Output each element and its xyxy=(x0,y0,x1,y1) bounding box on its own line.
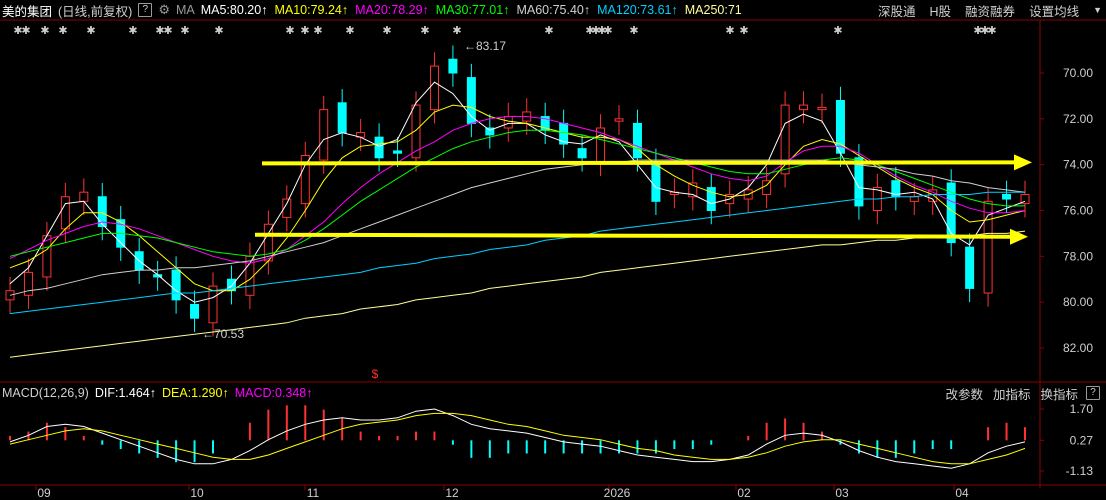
candle[interactable] xyxy=(337,102,347,134)
candle[interactable] xyxy=(319,109,329,161)
candle[interactable] xyxy=(817,106,827,111)
event-mark-icon[interactable]: ✱ xyxy=(128,25,137,37)
candle[interactable] xyxy=(799,104,809,111)
ma-line-ma120 xyxy=(9,191,1025,315)
price-tick-label: 70.00 xyxy=(1063,66,1093,80)
macd-macd-value: MACD:0.348 xyxy=(234,386,307,400)
switch-indicator-button[interactable]: 换指标 xyxy=(1040,384,1078,403)
candle[interactable] xyxy=(448,58,458,74)
macd-tick-label: 1.70 xyxy=(1070,402,1094,416)
candle[interactable] xyxy=(614,118,624,122)
help-icon[interactable]: ? xyxy=(1086,386,1100,400)
time-label: 2026 xyxy=(604,486,631,500)
add-indicator-button[interactable]: 加指标 xyxy=(993,384,1031,403)
macd-dea: DEA:1.290↑ xyxy=(162,386,229,400)
trendline-upper-arrowhead-icon xyxy=(1014,154,1032,171)
event-mark-icon[interactable]: ✱ xyxy=(285,25,294,37)
time-label: 04 xyxy=(955,486,969,500)
price-tick-label: 74.00 xyxy=(1063,158,1093,172)
price-tick-label: 82.00 xyxy=(1063,341,1093,355)
event-mark-icon[interactable]: ✱ xyxy=(40,25,49,37)
candle[interactable] xyxy=(393,150,403,154)
price-tick-label: 80.00 xyxy=(1063,295,1093,309)
event-mark-icon[interactable]: ✱ xyxy=(58,25,67,37)
candle[interactable] xyxy=(190,303,200,319)
candle[interactable] xyxy=(965,246,975,289)
trendline-lower-arrowhead-icon xyxy=(1010,228,1028,245)
time-label: 12 xyxy=(445,486,459,500)
macd-dea-value: DEA:1.290 xyxy=(161,386,223,400)
event-mark-icon[interactable]: ✱ xyxy=(345,25,354,37)
change-params-button[interactable]: 改参数 xyxy=(945,384,983,403)
event-mark-icon[interactable]: ✱ xyxy=(180,25,189,37)
candle[interactable] xyxy=(651,161,661,202)
candle[interactable] xyxy=(429,65,439,111)
low-annotation: ←70.53 xyxy=(202,327,244,341)
price-tick-label: 76.00 xyxy=(1063,204,1093,218)
event-mark-icon[interactable]: ✱ xyxy=(21,25,30,37)
macd-macd: MACD:0.348↑ xyxy=(235,386,313,400)
candle[interactable] xyxy=(60,196,70,230)
event-mark-icon[interactable]: ✱ xyxy=(725,25,734,37)
trendline-upper[interactable] xyxy=(261,160,1019,166)
candle[interactable] xyxy=(909,196,919,202)
arrow-up-icon: ↑ xyxy=(222,386,229,400)
candle[interactable] xyxy=(577,148,587,159)
event-mark-icon[interactable]: ✱ xyxy=(420,25,429,37)
ma-line-ma250 xyxy=(9,230,1026,358)
event-mark-icon[interactable]: ✱ xyxy=(382,25,391,37)
event-mark-icon[interactable]: ✱ xyxy=(86,25,95,37)
macd-tick-label: -1.13 xyxy=(1066,464,1094,478)
candle[interactable] xyxy=(503,116,513,129)
candle[interactable] xyxy=(171,269,181,301)
time-label: 09 xyxy=(37,486,51,500)
event-mark-icon[interactable]: ✱ xyxy=(629,25,638,37)
event-mark-icon[interactable]: ✱ xyxy=(300,25,309,37)
time-label: 03 xyxy=(835,486,849,500)
macd-title[interactable]: MACD(12,26,9) xyxy=(2,386,89,400)
dollar-marker-icon[interactable]: $ xyxy=(372,367,379,381)
candle[interactable] xyxy=(208,285,218,324)
event-mark-icon[interactable]: ✱ xyxy=(544,25,553,37)
macd-dif: DIF:1.464↑ xyxy=(95,386,156,400)
arrow-up-icon: ↑ xyxy=(149,386,156,400)
high-annotation: ←83.17 xyxy=(464,39,506,53)
time-label: 02 xyxy=(737,486,751,500)
candle[interactable] xyxy=(79,191,89,202)
macd-tick-label: 0.27 xyxy=(1070,433,1094,447)
time-label: 10 xyxy=(190,486,204,500)
macd-dif-value: DIF:1.464 xyxy=(94,386,150,400)
kline-chart[interactable]: 82.00 80.00 78.00 76.00 74.00 72.00 70.00 ✱ ✱ ✱ ✱ ✱… xyxy=(0,0,1106,500)
candle[interactable] xyxy=(374,136,384,159)
event-mark-icon[interactable]: ✱ xyxy=(214,25,223,37)
ma-line-ma60 xyxy=(9,159,1026,296)
trendline-lower[interactable] xyxy=(254,232,1015,239)
price-tick-label: 72.00 xyxy=(1063,112,1093,126)
event-mark-icon[interactable]: ✱ xyxy=(313,25,322,37)
event-mark-icon[interactable]: ✱ xyxy=(603,25,612,37)
candle[interactable] xyxy=(632,122,642,159)
candle[interactable] xyxy=(1002,193,1012,200)
event-mark-icon[interactable]: ✱ xyxy=(452,25,461,37)
arrow-up-icon: ↑ xyxy=(306,386,313,400)
macd-tools: 改参数 加指标 换指标 ? xyxy=(935,383,1106,403)
time-label: 11 xyxy=(307,486,320,500)
event-mark-icon[interactable]: ✱ xyxy=(833,25,842,37)
event-mark-icon[interactable]: ✱ xyxy=(987,25,996,37)
macd-dif-line xyxy=(9,408,1026,469)
event-mark-icon[interactable]: ✱ xyxy=(163,25,172,37)
event-mark-icon[interactable]: ✱ xyxy=(739,25,748,37)
ma-line-ma10 xyxy=(9,104,1026,292)
macd-dea-line xyxy=(9,412,1026,465)
price-tick-label: 78.00 xyxy=(1063,249,1093,263)
